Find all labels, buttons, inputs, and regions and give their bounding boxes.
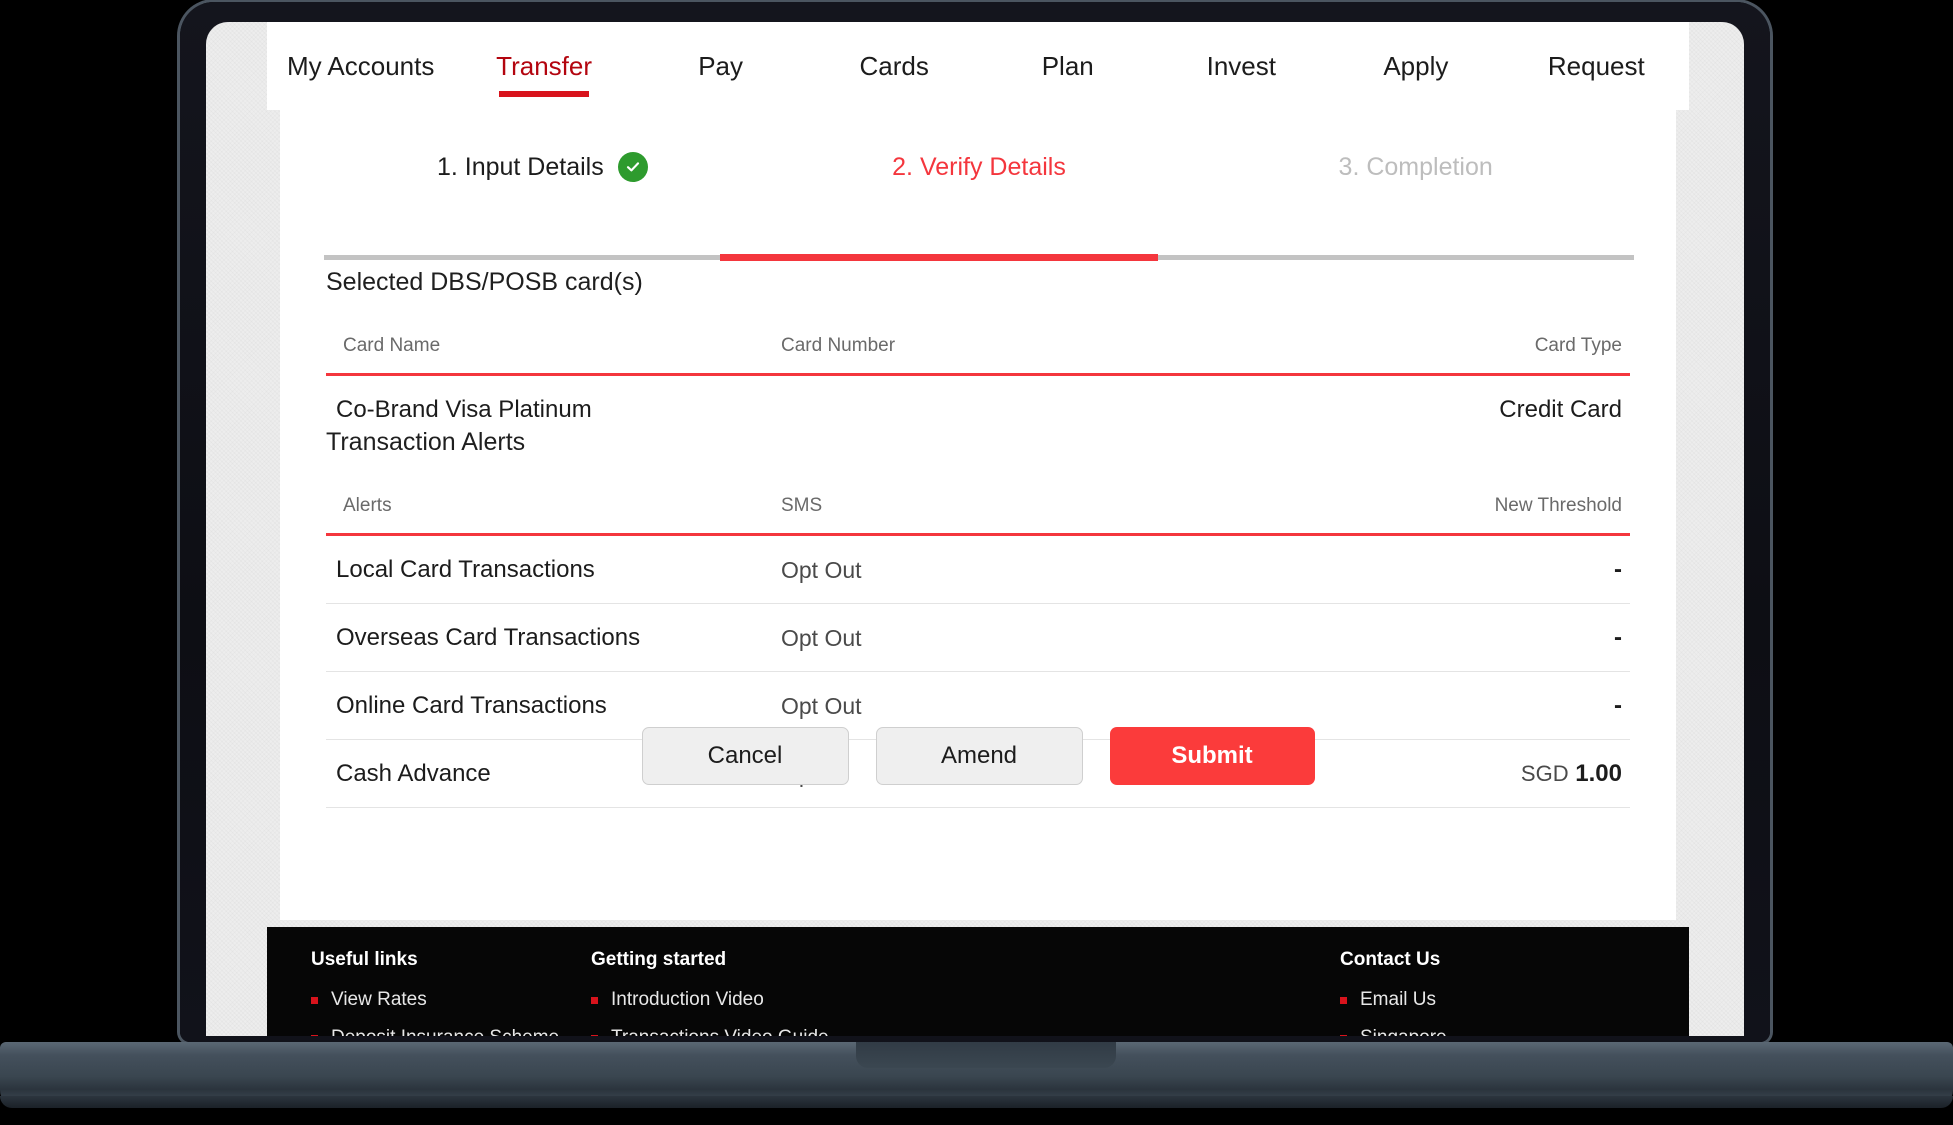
amend-button[interactable]: Amend	[876, 727, 1083, 785]
table-row: Local Card Transactions Opt Out -	[326, 535, 1630, 604]
site-footer: Useful links View Rates Deposit Insuranc…	[267, 927, 1689, 1036]
footer-heading: Contact Us	[1340, 949, 1660, 971]
footer-column-useful-links: Useful links View Rates Deposit Insuranc…	[311, 949, 621, 1036]
nav-item-plan[interactable]: Plan	[981, 22, 1155, 110]
table-header-row: Card Name Card Number Card Type	[326, 325, 1630, 375]
footer-link-label: Deposit Insurance Scheme	[331, 1027, 559, 1036]
selected-cards-title: Selected DBS/POSB card(s)	[326, 268, 643, 297]
bullet-square-icon	[311, 1035, 318, 1037]
cell-alert-name: Overseas Card Transactions	[326, 604, 781, 672]
nav-item-pay[interactable]: Pay	[634, 22, 808, 110]
footer-link-label: Introduction Video	[611, 989, 764, 1011]
footer-link-label: Singapore	[1360, 1027, 1447, 1036]
footer-link-deposit-insurance-scheme[interactable]: Deposit Insurance Scheme	[311, 1027, 621, 1036]
column-header-card-name: Card Name	[326, 325, 781, 375]
cell-threshold: -	[1321, 535, 1630, 604]
bullet-square-icon	[1340, 997, 1347, 1004]
step-label: 2. Verify Details	[892, 153, 1066, 182]
column-header-card-type: Card Type	[1321, 325, 1630, 375]
progress-stepper: 1. Input Details 2. Verify Details 3. Co…	[324, 122, 1634, 212]
laptop-screen: My Accounts Transfer Pay Cards Plan Inve…	[206, 22, 1744, 1036]
check-circle-icon	[618, 152, 648, 182]
nav-item-apply[interactable]: Apply	[1328, 22, 1504, 110]
nav-item-cards[interactable]: Cards	[807, 22, 981, 110]
column-header-new-threshold: New Threshold	[1321, 485, 1630, 535]
main-navigation: My Accounts Transfer Pay Cards Plan Inve…	[267, 22, 1689, 110]
footer-link-transactions-video-guide[interactable]: Transactions Video Guide	[591, 1027, 1011, 1036]
footer-link-label: Email Us	[1360, 989, 1436, 1011]
footer-link-email-us[interactable]: Email Us	[1340, 989, 1660, 1011]
bullet-square-icon	[311, 997, 318, 1004]
step-verify-details[interactable]: 2. Verify Details	[761, 122, 1198, 212]
bullet-square-icon	[1340, 1035, 1347, 1037]
content-card: 1. Input Details 2. Verify Details 3. Co…	[280, 110, 1676, 920]
nav-label: Apply	[1383, 51, 1448, 82]
bullet-square-icon	[591, 1035, 598, 1037]
cell-sms-status: Opt Out	[781, 535, 1321, 604]
footer-heading: Getting started	[591, 949, 1011, 971]
transaction-alerts-title: Transaction Alerts	[326, 428, 525, 457]
table-header-row: Alerts SMS New Threshold	[326, 485, 1630, 535]
cancel-button[interactable]: Cancel	[642, 727, 849, 785]
nav-label: Plan	[1042, 51, 1094, 82]
step-completion: 3. Completion	[1197, 122, 1634, 212]
threshold-amount: -	[1614, 624, 1622, 651]
nav-label: My Accounts	[287, 51, 434, 82]
footer-column-getting-started: Getting started Introduction Video Trans…	[591, 949, 1011, 1036]
footer-link-introduction-video[interactable]: Introduction Video	[591, 989, 1011, 1011]
nav-item-request[interactable]: Request	[1504, 22, 1689, 110]
threshold-amount: -	[1614, 692, 1622, 719]
nav-label: Cards	[859, 51, 928, 82]
threshold-amount: -	[1614, 556, 1622, 583]
nav-label: Request	[1548, 51, 1645, 82]
step-label: 3. Completion	[1339, 153, 1493, 182]
selected-cards-table: Card Name Card Number Card Type Co-Brand…	[326, 325, 1630, 443]
screenshot-stage: My Accounts Transfer Pay Cards Plan Inve…	[0, 0, 1953, 1125]
form-actions: Cancel Amend Submit	[280, 727, 1676, 785]
stepper-track-active	[720, 254, 1158, 261]
bullet-square-icon	[591, 997, 598, 1004]
cell-alert-name: Local Card Transactions	[326, 535, 781, 604]
step-input-details[interactable]: 1. Input Details	[324, 122, 761, 212]
submit-button[interactable]: Submit	[1110, 727, 1315, 785]
step-label: 1. Input Details	[437, 153, 604, 182]
table-row: Overseas Card Transactions Opt Out -	[326, 604, 1630, 672]
cell-card-number	[781, 375, 1321, 444]
column-header-sms: SMS	[781, 485, 1321, 535]
footer-link-label: Transactions Video Guide	[611, 1027, 829, 1036]
nav-item-transfer[interactable]: Transfer	[454, 22, 633, 110]
footer-heading: Useful links	[311, 949, 621, 971]
footer-link-view-rates[interactable]: View Rates	[311, 989, 621, 1011]
nav-item-my-accounts[interactable]: My Accounts	[267, 22, 454, 110]
footer-link-label: View Rates	[331, 989, 427, 1011]
nav-item-invest[interactable]: Invest	[1155, 22, 1329, 110]
cell-threshold: -	[1321, 604, 1630, 672]
nav-label: Transfer	[496, 51, 592, 82]
footer-column-contact-us: Contact Us Email Us Singapore 1800 111 1…	[1340, 949, 1660, 1036]
nav-label: Pay	[698, 51, 743, 82]
cell-card-type: Credit Card	[1321, 375, 1630, 444]
nav-label: Invest	[1207, 51, 1276, 82]
web-page: My Accounts Transfer Pay Cards Plan Inve…	[206, 22, 1744, 1036]
laptop-base-notch	[856, 1042, 1116, 1068]
footer-link-singapore[interactable]: Singapore	[1340, 1027, 1660, 1036]
column-header-alerts: Alerts	[326, 485, 781, 535]
column-header-card-number: Card Number	[781, 325, 1321, 375]
cell-sms-status: Opt Out	[781, 604, 1321, 672]
